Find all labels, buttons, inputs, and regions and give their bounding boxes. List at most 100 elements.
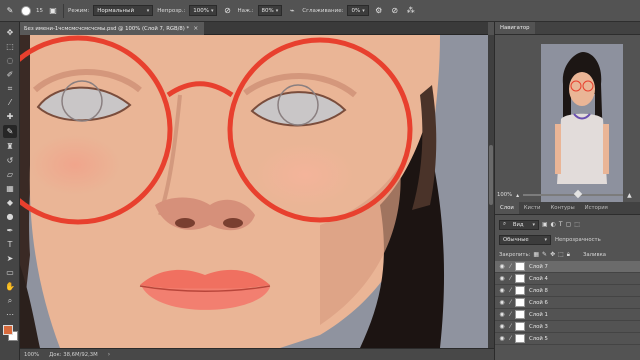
symmetry-icon[interactable]: ⁂ [405, 4, 417, 18]
eyedropper-icon[interactable]: ⁄ [3, 96, 17, 109]
document-tab[interactable]: Без имени-1чсмсмсчсмсчсмы.psd @ 100% (Сл… [20, 22, 205, 35]
navigator-preview[interactable] [541, 44, 623, 204]
layer-brush-icon: ⁄ [510, 275, 512, 282]
opacity-pressure-icon[interactable]: ⊘ [221, 4, 233, 18]
layer-row[interactable]: ◉ ⁄ Слой 7 [495, 261, 640, 273]
smoothing-field[interactable]: 0% ▾ [347, 5, 369, 16]
layer-thumbnail[interactable] [515, 334, 526, 343]
zoom-out-icon[interactable]: ▴ [516, 192, 519, 199]
crop-icon[interactable]: ⌗ [3, 82, 17, 95]
layers-filter-select[interactable]: ⌕ Вид ▾ [499, 219, 539, 230]
brush-tool-icon[interactable]: ✎ [4, 4, 16, 18]
brush-panel-icon[interactable]: ▣ [47, 4, 59, 18]
lock-all-icon[interactable]: 🔒︎ [567, 251, 570, 259]
layer-brush-icon: ⁄ [510, 311, 512, 318]
type-icon[interactable]: T [3, 238, 17, 251]
marquee-icon[interactable]: ⬚ [3, 40, 17, 53]
lasso-icon[interactable]: ◌ [3, 54, 17, 67]
tab-layers[interactable]: Слои [495, 202, 519, 214]
close-icon[interactable]: × [193, 25, 198, 32]
visibility-eye-icon[interactable]: ◉ [498, 263, 506, 270]
layer-thumbnail[interactable] [515, 274, 526, 283]
blend-mode-select[interactable]: Обычные ▾ [499, 234, 551, 245]
lock-artboard-icon[interactable]: ⬚ [558, 251, 564, 258]
artwork-canvas[interactable] [20, 35, 488, 348]
status-doc-info: Док: 38,6M/92,3M [49, 351, 98, 358]
size-pressure-icon[interactable]: ⊘ [389, 4, 401, 18]
zoom-icon[interactable]: ⌕ [3, 294, 17, 307]
layer-thumbnail[interactable] [515, 310, 526, 319]
blur-icon[interactable]: ◆ [3, 196, 17, 209]
tab-navigator[interactable]: Навигатор [495, 22, 535, 34]
path-select-icon[interactable]: ➤ [3, 252, 17, 265]
tab-brushes[interactable]: Кисти [519, 202, 546, 214]
status-zoom[interactable]: 100% [24, 352, 39, 358]
filter-shape-icon[interactable]: ▢ [566, 221, 572, 228]
stamp-icon[interactable]: ♜ [3, 140, 17, 153]
opacity-field[interactable]: 100% ▾ [189, 5, 218, 16]
filter-adjust-icon[interactable]: ◐ [551, 221, 556, 228]
layer-row[interactable]: ◉ ⁄ Слой 8 [495, 285, 640, 297]
scrollbar-thumb[interactable] [489, 145, 493, 205]
visibility-eye-icon[interactable]: ◉ [498, 323, 506, 330]
layer-thumbnail[interactable] [515, 298, 526, 307]
more-icon[interactable]: ⋯ [3, 308, 17, 321]
slider-knob[interactable] [573, 189, 583, 199]
layer-thumbnail[interactable] [515, 322, 526, 331]
gradient-icon[interactable]: ▦ [3, 182, 17, 195]
hand-icon[interactable]: ✋ [3, 280, 17, 293]
tab-paths[interactable]: Контуры [545, 202, 579, 214]
layer-thumbnail[interactable] [515, 262, 526, 271]
layer-row[interactable]: ◉ ⁄ Слой 6 [495, 297, 640, 309]
navigator-zoom-slider[interactable] [523, 189, 624, 199]
navigator-zoom-row: 100% ▴ ▲ [495, 189, 640, 200]
chevron-right-icon[interactable]: › [108, 351, 110, 358]
lock-image-icon[interactable]: ✎ [542, 251, 547, 258]
layer-row[interactable]: ◉ ⁄ Слой 1 [495, 309, 640, 321]
canvas-area[interactable] [20, 35, 488, 348]
brush-size-value: 15 [36, 7, 43, 14]
toolbox: ✥ ⬚ ◌ ✐ ⌗ ⁄ ✚ ✎ ♜ ↺ ▱ ▦ ◆ ● ✒ T ➤ ▭ ✋ ⌕ … [0, 22, 20, 360]
layer-row[interactable]: ◉ ⁄ Слой 4 [495, 273, 640, 285]
gear-icon[interactable]: ⚙ [373, 4, 385, 18]
quick-select-icon[interactable]: ✐ [3, 68, 17, 81]
navigator-zoom-value[interactable]: 100% [497, 192, 512, 198]
thumb-arm-right [603, 124, 609, 174]
move-icon[interactable]: ✥ [3, 26, 17, 39]
brush-preset-picker[interactable] [20, 4, 32, 18]
status-bar: 100% Док: 38,6M/92,3M › [20, 348, 494, 360]
smoothing-label: Сглаживание: [302, 7, 344, 14]
mode-select[interactable]: Нормальный ▾ [93, 5, 154, 16]
foreground-color-swatch[interactable] [3, 325, 13, 335]
visibility-eye-icon[interactable]: ◉ [498, 275, 506, 282]
pen-icon[interactable]: ✒ [3, 224, 17, 237]
visibility-eye-icon[interactable]: ◉ [498, 311, 506, 318]
visibility-eye-icon[interactable]: ◉ [498, 335, 506, 342]
lock-position-icon[interactable]: ✥ [550, 251, 555, 258]
visibility-eye-icon[interactable]: ◉ [498, 299, 506, 306]
layer-row[interactable]: ◉ ⁄ Слой 3 [495, 321, 640, 333]
layer-row[interactable]: ◉ ⁄ Слой 5 [495, 333, 640, 345]
zoom-in-icon[interactable]: ▲ [627, 192, 632, 199]
opacity-label: Непрозр.: [157, 7, 186, 14]
eraser-icon[interactable]: ▱ [3, 168, 17, 181]
filter-pixel-icon[interactable]: ▣ [542, 221, 548, 228]
pressure-label: Наж.: [237, 7, 254, 14]
visibility-eye-icon[interactable]: ◉ [498, 287, 506, 294]
filter-type-icon[interactable]: T [559, 221, 563, 228]
history-brush-icon[interactable]: ↺ [3, 154, 17, 167]
blend-mode-value: Обычные [503, 236, 529, 243]
filter-smart-icon[interactable]: ⬚ [574, 221, 580, 228]
layer-name: Слой 7 [529, 263, 548, 270]
airbrush-icon[interactable]: ⌁ [286, 4, 298, 18]
pressure-field[interactable]: 80% ▾ [257, 5, 283, 16]
options-bar: ✎ 15 ▣ Режим: Нормальный ▾ Непрозр.: 100… [0, 0, 640, 22]
dodge-icon[interactable]: ● [3, 210, 17, 223]
lock-transparency-icon[interactable]: ▦ [533, 251, 539, 258]
shape-icon[interactable]: ▭ [3, 266, 17, 279]
healing-icon[interactable]: ✚ [3, 110, 17, 123]
brush-tip-preview [21, 5, 31, 16]
brush-icon[interactable]: ✎ [3, 125, 17, 138]
layer-thumbnail[interactable] [515, 286, 526, 295]
tab-history[interactable]: История [580, 202, 613, 214]
